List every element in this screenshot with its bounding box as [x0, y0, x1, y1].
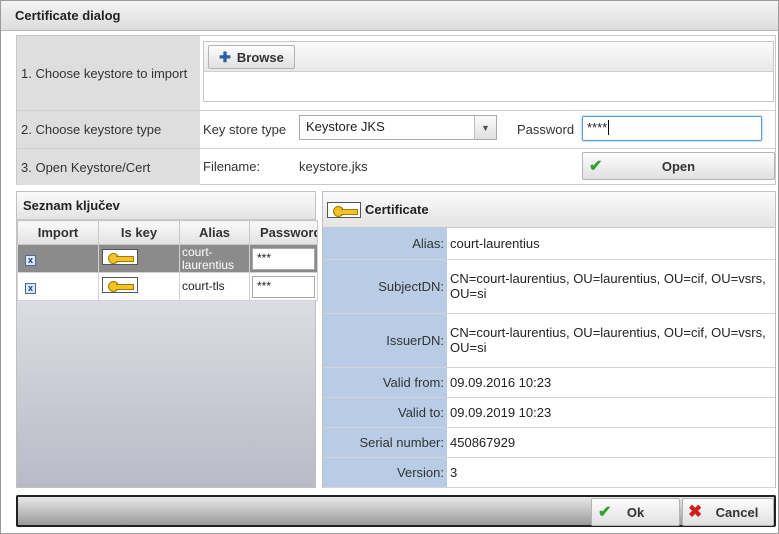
- cancel-button-label: Cancel: [715, 504, 759, 520]
- step1-label: 1. Choose keystore to import: [17, 36, 200, 110]
- checkbox-icon[interactable]: x: [25, 283, 36, 294]
- import-cell: x: [17, 244, 99, 273]
- field-label: IssuerDN:: [323, 313, 447, 368]
- field-value: 3: [447, 457, 775, 488]
- password-field-value: ****: [587, 120, 608, 135]
- row-password-field[interactable]: ***: [252, 275, 315, 298]
- field-label: Version:: [323, 457, 447, 488]
- browse-button[interactable]: ✚ Browse: [208, 45, 295, 69]
- certificate-details: Alias: court-laurentius SubjectDN: CN=cour…: [323, 228, 775, 488]
- password-label: Password: [517, 122, 575, 137]
- dialog-title[interactable]: Certificate dialog: [1, 1, 778, 31]
- column-header-password[interactable]: Password: [249, 220, 318, 245]
- field-value: 09.09.2019 10:23: [447, 397, 775, 428]
- certificate-title: Certificate: [365, 202, 429, 217]
- key-list-panel: Seznam ključev Import Is key Alias Passw…: [16, 191, 318, 488]
- checkmark-icon: ✔: [598, 504, 612, 521]
- ok-button[interactable]: ✔ Ok: [591, 498, 680, 526]
- open-button[interactable]: ✔ Open: [582, 152, 775, 180]
- field-label: Alias:: [323, 228, 447, 260]
- key-list-title: Seznam ključev: [17, 192, 315, 220]
- is-key-cell: [98, 272, 180, 301]
- field-label: SubjectDN:: [323, 259, 447, 314]
- plus-icon: ✚: [219, 48, 231, 65]
- keystore-type-select[interactable]: Keystore JKS ▼: [299, 115, 497, 140]
- password-cell: ***: [249, 244, 318, 273]
- field-value: 450867929: [447, 427, 775, 458]
- browse-button-label: Browse: [236, 49, 284, 65]
- password-field[interactable]: ****: [582, 116, 762, 141]
- key-icon: [102, 277, 138, 293]
- table-row[interactable]: x court-tls ***: [17, 272, 318, 301]
- step3-label: 3. Open Keystore/Cert: [17, 149, 200, 185]
- row-password-field[interactable]: ***: [252, 247, 315, 270]
- step2-label: 2. Choose keystore type: [17, 111, 200, 148]
- alias-cell: court-laurentius: [179, 244, 250, 273]
- field-label: Serial number:: [323, 427, 447, 458]
- key-icon: [102, 249, 138, 265]
- field-label: Valid to:: [323, 397, 447, 428]
- keystore-type-value: Keystore JKS: [306, 119, 385, 134]
- cancel-button[interactable]: ✖ Cancel: [682, 498, 774, 526]
- field-value: 09.09.2016 10:23: [447, 367, 775, 398]
- column-header-import[interactable]: Import: [17, 220, 99, 245]
- file-upload-toolbar: ✚ Browse: [204, 42, 773, 72]
- field-label: Valid from:: [323, 367, 447, 398]
- is-key-cell: [98, 244, 180, 273]
- filename-value: keystore.jks: [299, 159, 368, 174]
- certificate-title-bar: Certificate: [323, 192, 775, 228]
- dialog-button-bar: ✔ Ok ✖ Cancel: [16, 495, 776, 527]
- ok-button-label: Ok: [626, 504, 645, 520]
- checkbox-icon[interactable]: x: [25, 255, 36, 266]
- password-cell: ***: [249, 272, 318, 301]
- column-header-is-key[interactable]: Is key: [98, 220, 180, 245]
- import-steps-panel: 1. Choose keystore to import ✚ Browse 2.…: [16, 35, 776, 185]
- key-table: Import Is key Alias Password x court-lau…: [17, 220, 318, 301]
- field-value: court-laurentius: [447, 228, 775, 260]
- certificate-dialog: Certificate dialog 1. Choose keystore to…: [0, 0, 779, 534]
- close-icon: ✖: [688, 502, 703, 521]
- table-row[interactable]: x court-laurentius ***: [17, 244, 318, 273]
- checkmark-icon: ✔: [589, 158, 603, 175]
- key-icon: [327, 201, 361, 218]
- alias-cell: court-tls: [179, 272, 250, 301]
- file-upload-area[interactable]: ✚ Browse: [203, 41, 774, 102]
- chevron-down-icon[interactable]: ▼: [474, 116, 496, 139]
- field-value: CN=court-laurentius, OU=laurentius, OU=c…: [447, 313, 775, 368]
- filename-label: Filename:: [203, 159, 261, 174]
- open-button-label: Open: [661, 158, 696, 174]
- keystore-type-label: Key store type: [203, 122, 287, 137]
- certificate-panel: Certificate Alias: court-laurentius Subje…: [322, 191, 776, 488]
- field-value: CN=court-laurentius, OU=laurentius, OU=c…: [447, 259, 775, 314]
- import-cell: x: [17, 272, 99, 301]
- column-header-alias[interactable]: Alias: [179, 220, 250, 245]
